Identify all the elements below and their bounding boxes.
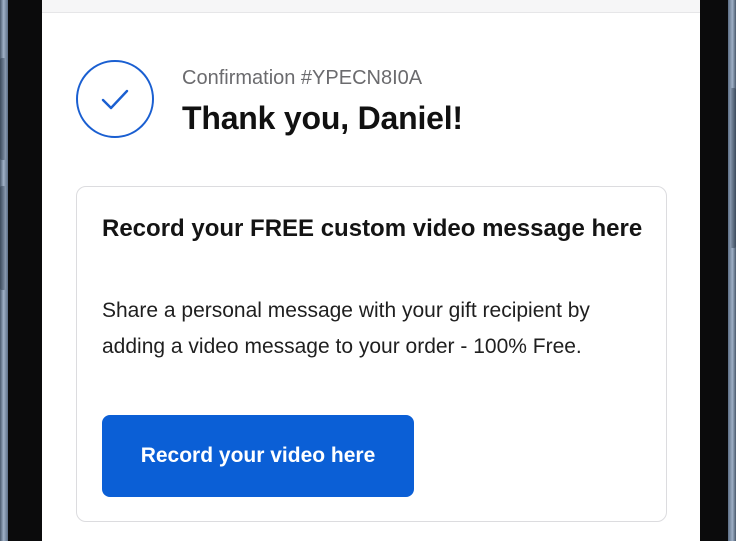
phone-bezel-left: [8, 0, 42, 541]
video-card-description: Share a personal message with your gift …: [102, 299, 590, 358]
video-card-title: Record your FREE custom video message he…: [102, 215, 643, 242]
header-strip: [42, 0, 700, 13]
thank-you-heading: Thank you, Daniel!: [182, 100, 463, 136]
video-message-card: Record your FREE custom video message he…: [76, 186, 667, 522]
power-button: [730, 88, 736, 248]
confirmation-number: Confirmation #YPECN8I0A: [182, 67, 423, 89]
volume-down-button: [0, 186, 6, 290]
phone-frame-right-rail: [728, 0, 736, 541]
phone-bezel-right: [700, 0, 728, 541]
volume-up-button: [0, 58, 6, 160]
order-confirmation-screen: Confirmation #YPECN8I0A Thank you, Danie…: [42, 0, 700, 541]
checkmark-circle-icon: [76, 60, 154, 138]
record-video-button[interactable]: Record your video here: [102, 415, 414, 497]
phone-mockup: Confirmation #YPECN8I0A Thank you, Danie…: [0, 0, 736, 541]
